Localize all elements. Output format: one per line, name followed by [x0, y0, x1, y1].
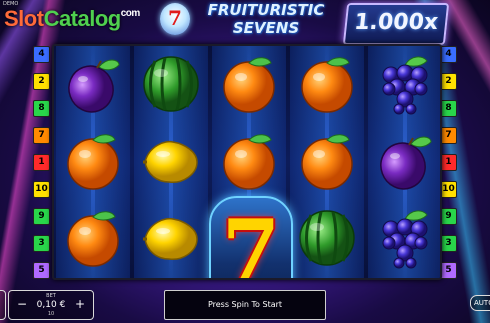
logo-title: FRUITURISTIC SEVENS	[196, 1, 336, 37]
orange-icon	[56, 200, 130, 277]
menu-button-stub[interactable]	[0, 290, 6, 320]
grape-icon	[368, 46, 440, 123]
payline-badge: 2	[440, 73, 457, 90]
payline-badge: 5	[33, 262, 50, 279]
bet-increase-button[interactable]: +	[73, 297, 87, 311]
payline-badge: 3	[440, 235, 457, 252]
reel-1	[56, 46, 130, 278]
reel-5	[368, 46, 440, 278]
plum-icon	[368, 123, 440, 200]
payline-badge: 10	[33, 181, 50, 198]
status-message: Press Spin To Start	[164, 290, 326, 320]
payline-badge: 3	[33, 235, 50, 252]
paylines-right: 4 2 8 7 1 10 9 3 5	[440, 46, 458, 289]
lemon-icon	[134, 123, 208, 200]
reel-2	[134, 46, 208, 278]
payline-badge: 8	[33, 100, 50, 117]
payline-badge: 10	[440, 181, 457, 198]
payline-badge: 2	[33, 73, 50, 90]
watermelon-icon	[134, 46, 208, 123]
seven-icon: 7	[209, 196, 293, 278]
payline-badge: 7	[33, 127, 50, 144]
payline-badge: 5	[440, 262, 457, 279]
orange-icon	[56, 123, 130, 200]
grape-icon	[368, 200, 440, 277]
watermelon-icon	[290, 200, 364, 277]
payline-badge: 1	[33, 154, 50, 171]
logo-line1: FRUITURISTIC	[207, 1, 325, 19]
orange-icon	[290, 123, 364, 200]
logo-line2: SEVENS	[232, 19, 300, 37]
watermark-part1: Slot	[4, 6, 44, 31]
payline-badge: 1	[440, 154, 457, 171]
autoplay-button[interactable]: AUTO	[470, 295, 490, 311]
payline-badge: 9	[440, 208, 457, 225]
payline-badge: 4	[440, 46, 457, 63]
watermark-suffix: com	[120, 8, 141, 19]
payline-badge: 4	[33, 46, 50, 63]
plum-icon	[56, 46, 130, 123]
orange-icon	[212, 123, 286, 200]
bet-lines: 10	[47, 311, 55, 317]
logo-seven-icon: 7	[160, 3, 190, 35]
watermark-logo: SlotCatalogcom	[4, 6, 140, 32]
orange-icon	[212, 46, 286, 123]
payline-badge: 9	[33, 208, 50, 225]
multiplier-display: 1.000x	[342, 3, 450, 45]
game-logo: 7 FRUITURISTIC SEVENS	[150, 0, 340, 42]
payline-badge: 8	[440, 100, 457, 117]
reel-4	[290, 46, 364, 278]
watermark-part2: Catalog	[43, 6, 122, 31]
reel-grid[interactable]: 7	[52, 44, 442, 280]
payline-badge: 7	[440, 127, 457, 144]
bet-panel: BET − 0,10 € + 10	[8, 290, 94, 320]
lemon-icon	[134, 200, 208, 277]
orange-icon	[290, 46, 364, 123]
paylines-left: 4 2 8 7 1 10 9 3 5	[33, 46, 51, 289]
